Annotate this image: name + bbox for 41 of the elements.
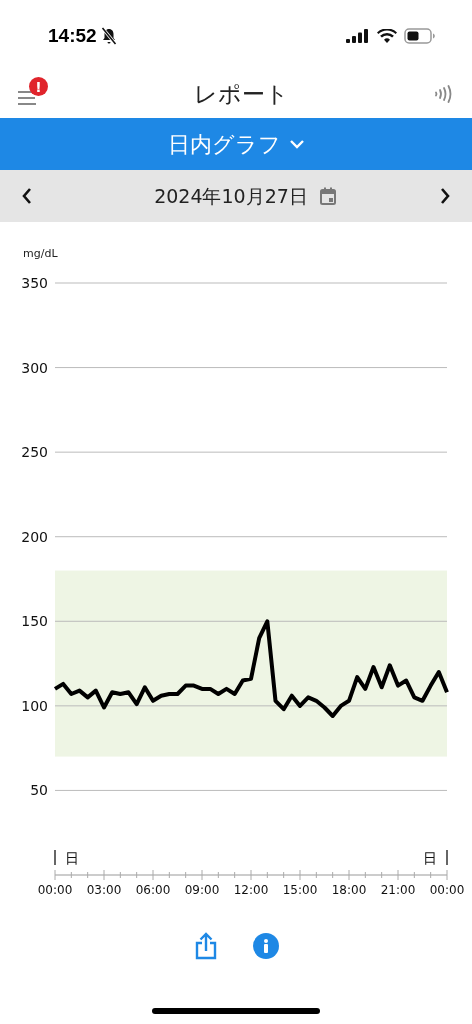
x-axis-label: 06:00 bbox=[135, 883, 171, 897]
y-axis-label: 250 bbox=[21, 444, 48, 461]
x-axis-label: 09:00 bbox=[184, 883, 220, 897]
y-axis-label: 350 bbox=[21, 275, 48, 291]
info-button[interactable] bbox=[253, 933, 279, 959]
wireless-signal-icon[interactable] bbox=[434, 85, 454, 103]
bell-muted-icon bbox=[100, 27, 117, 45]
unit-label: mg/dL bbox=[23, 247, 58, 260]
x-axis-label: 03:00 bbox=[86, 883, 122, 897]
alert-badge: ! bbox=[29, 77, 48, 96]
clock: 14:52 bbox=[48, 23, 97, 48]
chevron-down-icon bbox=[288, 139, 305, 149]
share-button[interactable] bbox=[193, 930, 219, 962]
day-label: 日 bbox=[423, 850, 437, 866]
chevron-left-icon bbox=[21, 187, 33, 205]
y-axis-label: 100 bbox=[21, 697, 48, 714]
y-axis-label: 50 bbox=[30, 782, 48, 799]
view-selector[interactable]: 日内グラフ bbox=[0, 118, 472, 170]
battery-icon bbox=[404, 28, 436, 44]
signal-icon bbox=[346, 29, 370, 43]
day-boundary-marker bbox=[446, 849, 448, 866]
x-axis-label: 12:00 bbox=[233, 883, 269, 897]
chevron-right-icon bbox=[439, 187, 451, 205]
x-axis-label: 21:00 bbox=[380, 883, 416, 897]
date-label: 2024年10月27日 bbox=[154, 183, 308, 209]
info-icon bbox=[263, 939, 269, 953]
y-axis-label: 300 bbox=[21, 359, 48, 376]
day-boundary-marker bbox=[54, 849, 56, 866]
page-title: レポート bbox=[193, 79, 289, 109]
menu-icon bbox=[18, 89, 36, 105]
wifi-icon bbox=[377, 29, 397, 43]
day-label: 日 bbox=[65, 850, 79, 866]
share-icon bbox=[195, 932, 217, 960]
x-axis-label: 15:00 bbox=[282, 883, 318, 897]
calendar-icon[interactable] bbox=[319, 187, 336, 205]
y-axis-label: 200 bbox=[21, 528, 48, 545]
x-axis-label: 00:00 bbox=[429, 883, 465, 897]
y-axis-label: 150 bbox=[21, 613, 48, 630]
menu-button[interactable]: ! bbox=[18, 79, 48, 109]
x-axis-label: 18:00 bbox=[331, 883, 367, 897]
x-axis-label: 00:00 bbox=[37, 883, 73, 897]
